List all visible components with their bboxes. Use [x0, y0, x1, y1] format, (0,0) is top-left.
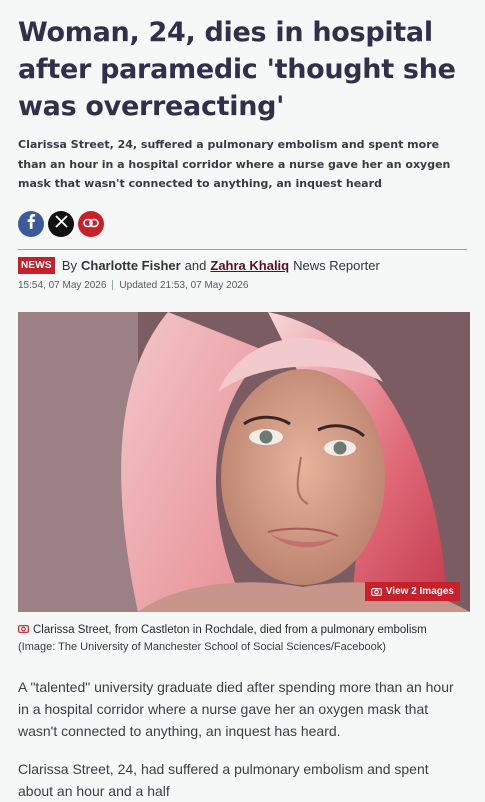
author-zahra-khaliq-link[interactable]: Zahra Khaliq	[210, 258, 289, 273]
view-images-label: View 2 Images	[385, 585, 454, 597]
camera-icon	[18, 624, 29, 636]
share-x-button[interactable]	[48, 210, 74, 237]
headline: Woman, 24, dies in hospital after parame…	[18, 17, 456, 122]
paragraph: A "talented" university graduate died af…	[18, 678, 454, 739]
caption-text: Clarissa Street, from Castleton in Rochd…	[33, 623, 427, 636]
byline-and: and	[184, 257, 207, 273]
article-body: A "talented" university graduate died af…	[18, 676, 467, 802]
image-caption: Clarissa Street, from Castleton in Rochd…	[18, 624, 467, 636]
link-icon	[83, 215, 99, 233]
published-time: 15:54, 07 May 2026	[18, 279, 107, 291]
facebook-icon	[26, 213, 36, 234]
timestamp-separator	[112, 280, 114, 290]
timestamps: 15:54, 07 May 2026 Updated 21:53, 07 May…	[18, 280, 467, 291]
divider	[18, 248, 467, 250]
portrait-illustration	[18, 311, 470, 612]
view-images-button[interactable]: View 2 Images	[364, 581, 460, 601]
standfirst: Clarissa Street, 24, suffered a pulmonar…	[18, 138, 451, 190]
byline: NEWS By Charlotte Fisher and Zahra Khali…	[18, 256, 467, 274]
updated-time: Updated 21:53, 07 May 2026	[119, 279, 249, 291]
author-charlotte-fisher: Charlotte Fisher	[80, 257, 181, 273]
section-badge[interactable]: NEWS	[18, 256, 55, 274]
share-bar	[18, 210, 467, 237]
copy-link-button[interactable]	[78, 210, 104, 237]
hero-image[interactable]: View 2 Images	[18, 311, 470, 612]
author-role: News Reporter	[293, 257, 380, 273]
camera-icon	[370, 587, 382, 596]
image-credit: (Image: The University of Manchester Sch…	[18, 640, 386, 653]
share-facebook-button[interactable]	[18, 210, 44, 237]
x-icon	[54, 214, 68, 233]
article-page: Woman, 24, dies in hospital after parame…	[0, 0, 485, 802]
byline-by: By	[61, 257, 77, 273]
paragraph: Clarissa Street, 24, had suffered a pulm…	[18, 760, 429, 799]
